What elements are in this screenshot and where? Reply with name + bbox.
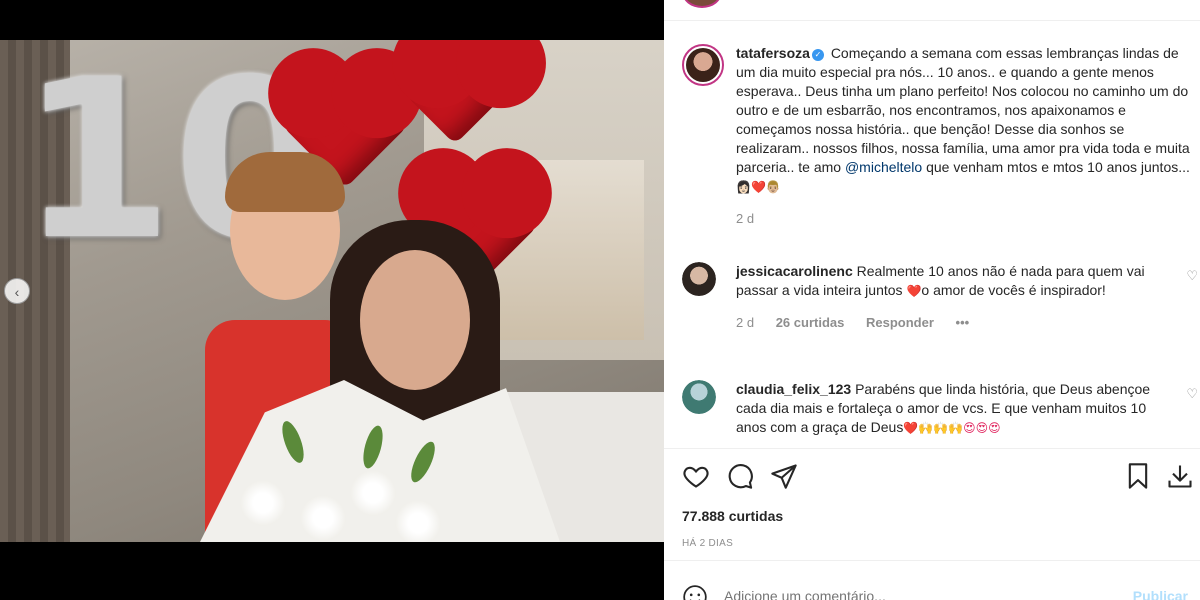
like-comment-icon[interactable]: ♡ [1186, 268, 1198, 284]
divider [664, 20, 1200, 21]
white-rose [240, 480, 286, 526]
commenter-username[interactable]: claudia_felix_123 [736, 381, 851, 397]
previous-photo-button[interactable]: ‹ [4, 278, 30, 304]
share-icon[interactable] [770, 462, 798, 490]
likes-count[interactable]: 77.888 curtidas [682, 508, 783, 524]
author-avatar[interactable] [682, 44, 724, 86]
reply-button[interactable]: Responder [866, 315, 934, 330]
carousel-dots [318, 518, 334, 524]
comment-time: 2 d [736, 315, 755, 330]
header-avatar[interactable] [682, 0, 722, 8]
caption-body: Começando a semana com essas lembranças … [736, 45, 1190, 175]
emoji-icon[interactable] [682, 584, 708, 600]
commenter-avatar[interactable] [682, 380, 716, 414]
author-username[interactable]: tatafersoza [736, 45, 810, 61]
comment-text: claudia_felix_123 Parabéns que linda his… [736, 380, 1176, 438]
comment-emoji: ❤️ [906, 284, 922, 298]
commenter-username[interactable]: jessicacarolinenc [736, 263, 853, 279]
publish-button[interactable]: Publicar [1133, 588, 1188, 600]
comment-input[interactable] [724, 588, 1104, 600]
white-rose [350, 470, 396, 516]
divider [664, 560, 1200, 561]
comment-likes[interactable]: 26 curtidas [776, 315, 845, 330]
caption-emoji: 👩🏻❤️👨🏼 [736, 180, 781, 194]
posted-time: HÁ 2 DIAS [682, 538, 734, 549]
like-comment-icon[interactable]: ♡ [1186, 386, 1198, 402]
comment-text: jessicacarolinenc Realmente 10 anos não … [736, 262, 1176, 332]
divider [664, 448, 1200, 449]
post-sidebar: tatafersoza ✓ Começando a semana com essa… [664, 0, 1200, 600]
download-icon[interactable] [1166, 462, 1194, 490]
bookmark-icon[interactable] [1124, 462, 1152, 490]
caption-end: que venham mtos e mtos 10 anos juntos... [926, 159, 1190, 175]
carousel-dot [318, 518, 324, 524]
caption-text: tatafersoza ✓ Começando a semana com essa… [736, 44, 1196, 228]
mention-link[interactable]: @micheltelo [845, 159, 922, 175]
more-options-icon[interactable]: ••• [956, 315, 970, 330]
comment-icon[interactable] [726, 462, 754, 490]
post-photo[interactable]: 10 [0, 40, 664, 542]
comment-emoji: ❤️🙌🙌🙌😍😍😍 [903, 421, 1001, 435]
carousel-dot [328, 518, 334, 524]
commenter-avatar[interactable] [682, 262, 716, 296]
white-rose [395, 500, 441, 542]
comment-meta: 2 d 26 curtidas Responder ••• [736, 313, 1176, 332]
post-media: 10 ‹ [0, 0, 664, 600]
like-heart-icon[interactable] [682, 462, 710, 490]
verified-badge-icon: ✓ [811, 49, 824, 61]
comment-body-end: o amor de vocês é inspirador! [921, 282, 1106, 298]
caption-time: 2 d [736, 211, 755, 226]
